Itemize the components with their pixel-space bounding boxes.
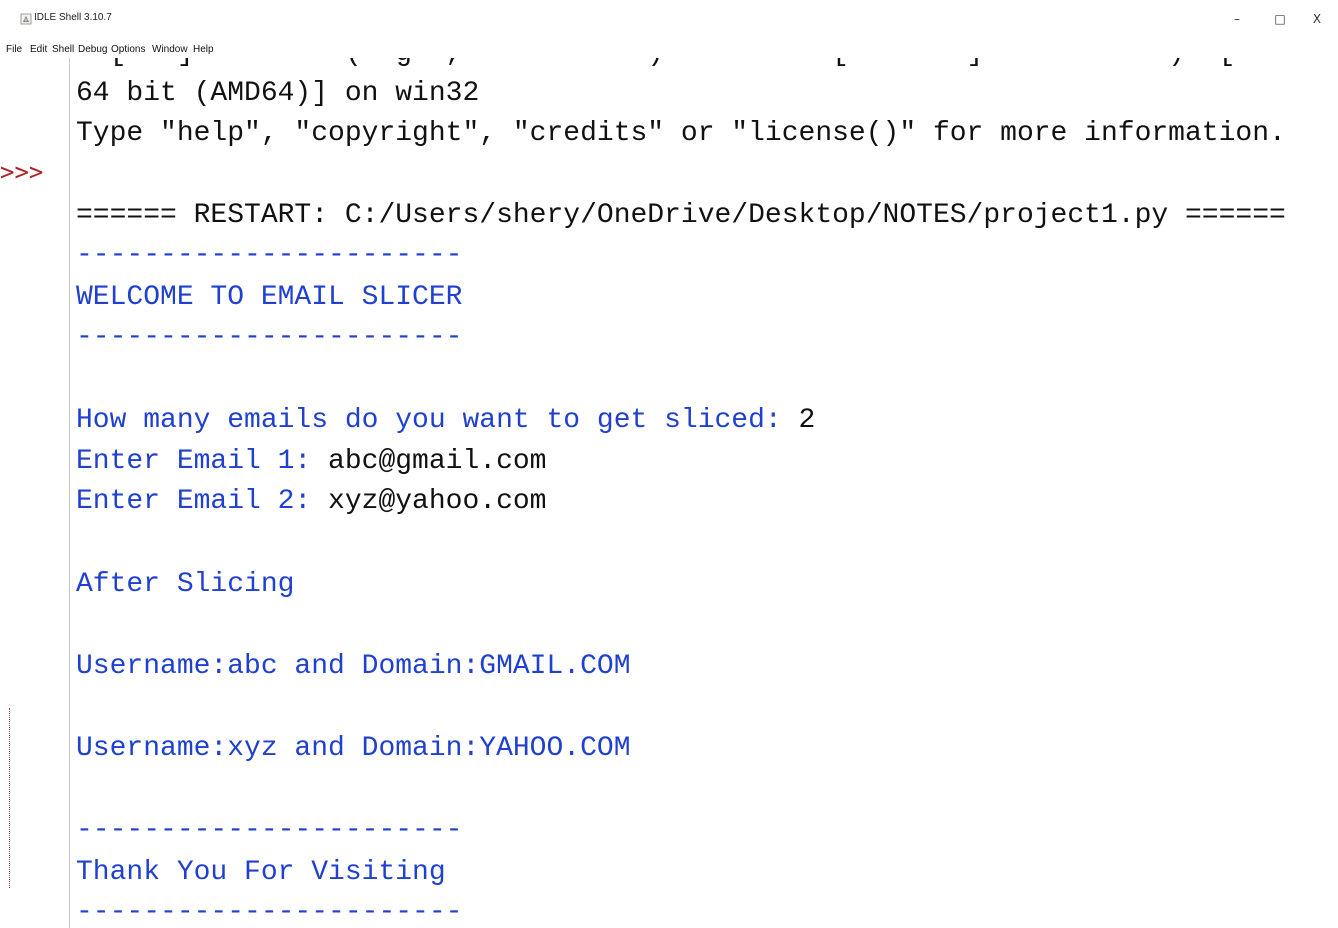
- email1-line: Enter Email 1: abc@gmail.com: [76, 446, 546, 478]
- idle-app-icon: [20, 13, 32, 25]
- gutter-divider: [69, 58, 70, 928]
- divider-line: -----------------------: [76, 897, 463, 928]
- menu-file[interactable]: File: [6, 44, 22, 55]
- menu-bar: File Edit Shell Debug Options Window Hel…: [0, 40, 1338, 58]
- email2-line: Enter Email 2: xyz@yahoo.com: [76, 486, 546, 518]
- partial-banner-line: [ ] ( g , ) [ ] ) [: [76, 58, 1236, 70]
- title-bar[interactable]: IDLE Shell 3.10.7 – □ X: [0, 0, 1338, 38]
- maximize-button[interactable]: □: [1265, 8, 1295, 30]
- window-title: IDLE Shell 3.10.7: [34, 12, 112, 23]
- menu-options[interactable]: Options: [111, 44, 145, 55]
- banner-arch-line: 64 bit (AMD64)] on win32: [76, 78, 480, 109]
- restart-line: ====== RESTART: C:/Users/shery/OneDrive/…: [76, 200, 1286, 231]
- result-line-2: Username:xyz and Domain:YAHOO.COM: [76, 733, 631, 764]
- after-slicing-line: After Slicing: [76, 569, 295, 600]
- menu-help[interactable]: Help: [193, 44, 214, 55]
- count-input-value: 2: [798, 405, 816, 436]
- minimize-button[interactable]: –: [1222, 8, 1252, 30]
- idle-shell-window: IDLE Shell 3.10.7 – □ X File Edit Shell …: [0, 0, 1338, 928]
- divider-line: -----------------------: [76, 815, 463, 846]
- email2-input-value: xyz@yahoo.com: [328, 486, 547, 517]
- close-button[interactable]: X: [1302, 8, 1332, 30]
- prompt-gutter: [0, 58, 70, 928]
- menu-edit[interactable]: Edit: [30, 44, 47, 55]
- email2-label: Enter Email 2:: [76, 486, 329, 517]
- divider-line: -----------------------: [76, 240, 463, 271]
- divider-line: -----------------------: [76, 322, 463, 353]
- menu-window[interactable]: Window: [152, 44, 188, 55]
- count-prompt-label: How many emails do you want to get slice…: [76, 405, 799, 436]
- email1-label: Enter Email 1:: [76, 446, 329, 477]
- shell-prompt: >>>: [0, 158, 44, 186]
- menu-debug[interactable]: Debug: [78, 44, 107, 55]
- menu-shell[interactable]: Shell: [52, 44, 74, 55]
- result-line-1: Username:abc and Domain:GMAIL.COM: [76, 651, 631, 682]
- gutter-edge-marks: [9, 708, 10, 888]
- count-prompt-line: How many emails do you want to get slice…: [76, 405, 815, 437]
- shell-text-area[interactable]: >>> [ ] ( g , ) [ ] ) [ 64 bit (AMD64)] …: [0, 58, 1338, 928]
- welcome-line: WELCOME TO EMAIL SLICER: [76, 282, 463, 313]
- banner-help-line: Type "help", "copyright", "credits" or "…: [76, 118, 1286, 149]
- thanks-line: Thank You For Visiting: [76, 857, 446, 888]
- email1-input-value: abc@gmail.com: [328, 446, 547, 477]
